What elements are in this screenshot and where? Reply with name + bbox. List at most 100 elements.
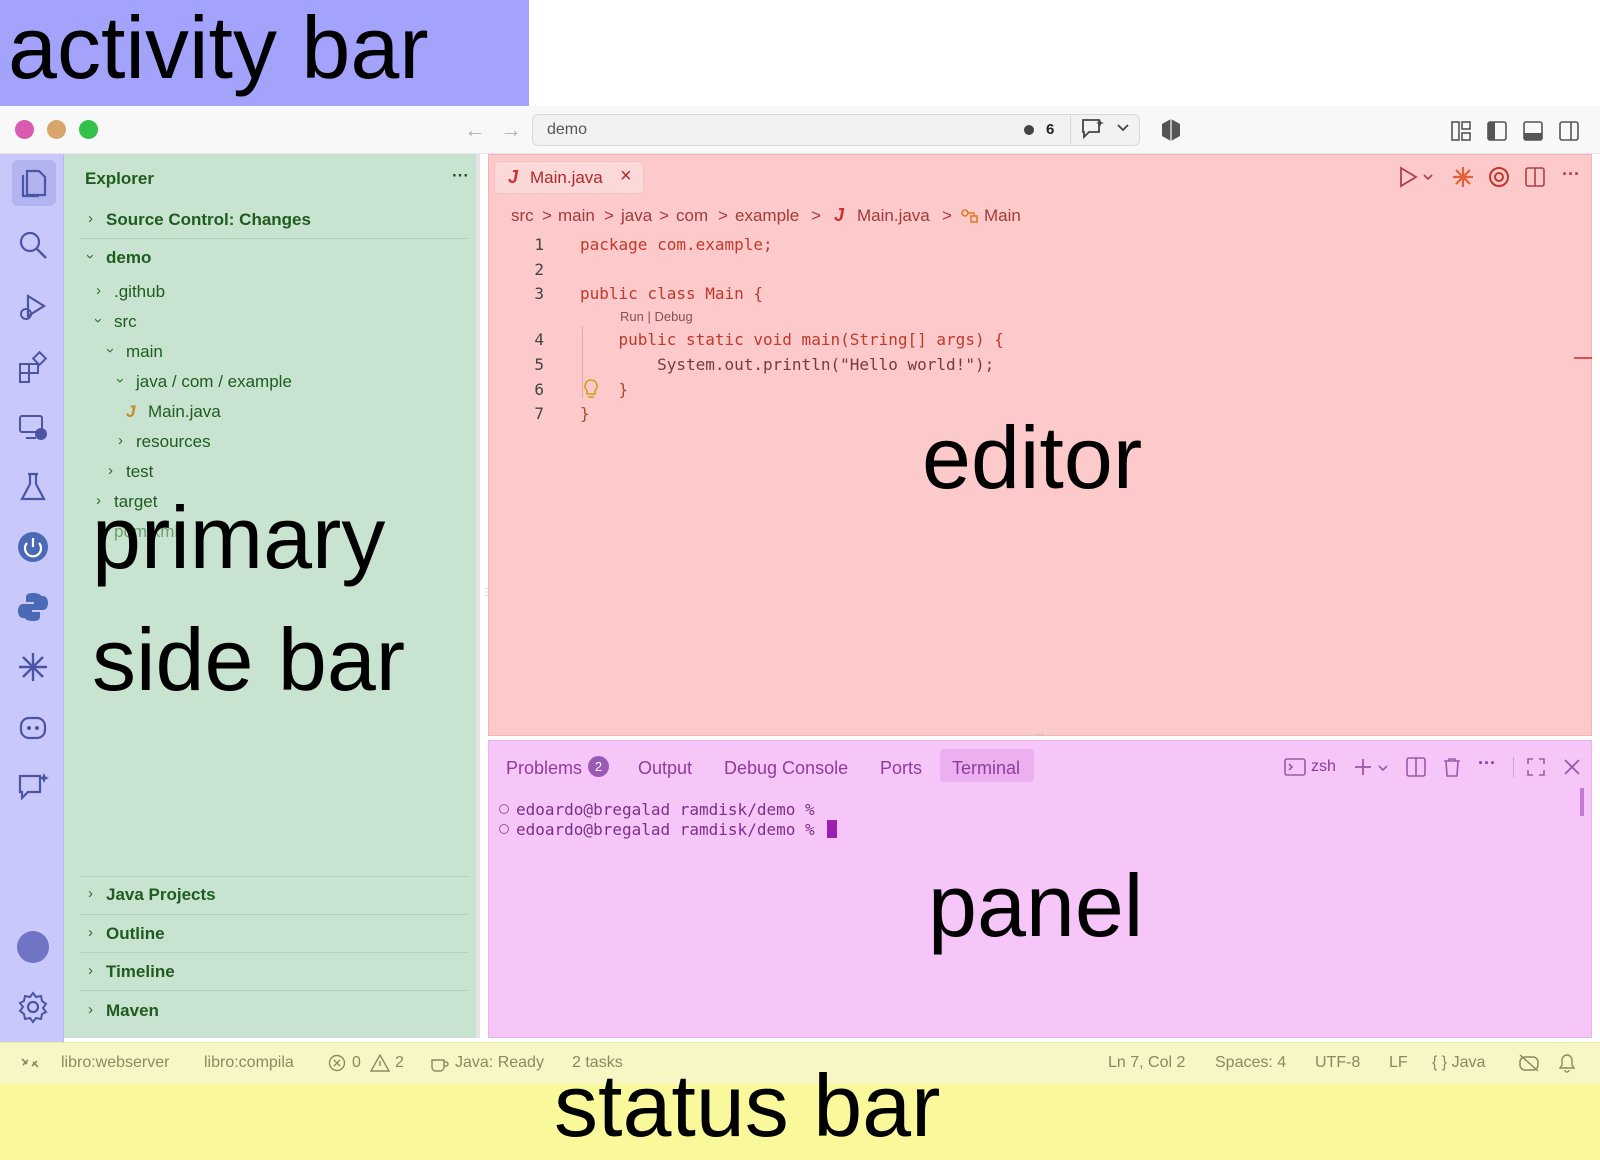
tab-output[interactable]: Output (638, 758, 692, 779)
status-item-libro-webserver[interactable]: libro:webserver (61, 1054, 169, 1072)
code-line-7[interactable]: } (580, 404, 590, 423)
remote-explorer-icon[interactable] (16, 410, 50, 444)
toggle-panel-icon[interactable] (1522, 120, 1544, 142)
section-outline[interactable]: Outline (106, 924, 165, 944)
section-divider (80, 914, 468, 915)
testing-flask-icon[interactable] (16, 470, 50, 504)
tree-item-src[interactable]: src (114, 312, 137, 332)
split-terminal-icon[interactable] (1405, 756, 1427, 778)
tab-terminal[interactable]: Terminal (952, 758, 1020, 779)
breadcrumb-class-main[interactable]: Main (984, 206, 1021, 226)
panel-resize-handle[interactable]: ··· (1034, 730, 1054, 740)
trash-icon[interactable] (1441, 756, 1463, 778)
code-line-4[interactable]: public static void main(String[] args) { (580, 330, 1004, 349)
breadcrumb-main[interactable]: main (558, 206, 595, 226)
code-line-1[interactable]: package com.example; (580, 235, 773, 254)
spring-boot-power-icon[interactable] (16, 530, 50, 564)
tree-item-resources[interactable]: resources (136, 432, 211, 452)
customize-layout-icon[interactable] (1450, 120, 1472, 142)
section-divider (80, 238, 468, 239)
openai-icon[interactable] (1488, 166, 1510, 188)
tree-item-github[interactable]: .github (114, 282, 165, 302)
copilot-hex-icon[interactable] (1160, 118, 1182, 142)
section-divider (80, 952, 468, 953)
section-java-projects[interactable]: Java Projects (106, 885, 216, 905)
run-debug-icon[interactable] (16, 290, 50, 324)
status-indentation[interactable]: Spaces: 4 (1215, 1054, 1286, 1072)
chevron-down-icon[interactable] (1422, 171, 1434, 183)
terminal-cursor (827, 820, 837, 838)
section-maven[interactable]: Maven (106, 1001, 159, 1021)
section-timeline[interactable]: Timeline (106, 962, 175, 982)
minimize-window-button[interactable] (47, 120, 66, 139)
close-tab-icon[interactable]: × (620, 165, 632, 188)
section-demo-folder[interactable]: demo (106, 248, 151, 268)
status-java-ready[interactable]: Java: Ready (455, 1054, 544, 1072)
close-panel-icon[interactable] (1562, 757, 1582, 777)
breadcrumb-src[interactable]: src (511, 206, 534, 226)
claude-star-icon[interactable] (1452, 166, 1474, 188)
breadcrumb-java[interactable]: java (621, 206, 652, 226)
bell-icon[interactable] (1558, 1053, 1576, 1073)
sidebar-resize-handle[interactable]: ⋮ (482, 588, 492, 612)
chevron-down-icon[interactable] (1377, 762, 1389, 774)
search-icon[interactable] (16, 228, 50, 262)
tree-item-test[interactable]: test (126, 462, 153, 482)
tab-debug-console[interactable]: Debug Console (724, 758, 848, 779)
toggle-secondary-sidebar-icon[interactable] (1558, 120, 1580, 142)
more-actions-icon[interactable]: ··· (452, 166, 469, 186)
line-number: 6 (534, 380, 544, 399)
breadcrumb-separator: > (811, 206, 821, 225)
warning-count[interactable]: 2 (395, 1054, 404, 1072)
back-arrow-icon[interactable]: ← (463, 118, 487, 142)
maximize-panel-icon[interactable] (1526, 757, 1546, 777)
lightbulb-icon[interactable] (582, 378, 600, 400)
close-window-button[interactable] (15, 120, 34, 139)
status-cursor-position[interactable]: Ln 7, Col 2 (1108, 1054, 1185, 1072)
add-terminal-icon[interactable] (1352, 756, 1374, 778)
copilot-status-icon[interactable] (1518, 1053, 1540, 1073)
gear-icon[interactable] (16, 990, 50, 1024)
chat-sparkle-icon[interactable] (1080, 117, 1106, 141)
split-editor-icon[interactable] (1524, 166, 1546, 188)
chevron-down-icon[interactable] (1116, 121, 1130, 135)
chevron-right-icon: › (108, 462, 113, 479)
extensions-icon[interactable] (16, 350, 50, 384)
zoom-window-button[interactable] (79, 120, 98, 139)
chevron-down-icon: › (112, 378, 129, 383)
tree-item-java-com-example[interactable]: java / com / example (136, 372, 292, 392)
error-count[interactable]: 0 (352, 1054, 361, 1072)
status-language-mode[interactable]: { } Java (1432, 1054, 1485, 1072)
status-item-libro-compila[interactable]: libro:compila (204, 1054, 294, 1072)
explorer-files-icon[interactable] (16, 166, 50, 200)
code-line-5[interactable]: System.out.println("Hello world!"); (580, 355, 994, 374)
chat-sparkle-icon[interactable] (16, 770, 50, 804)
run-play-icon[interactable] (1398, 166, 1418, 188)
tab-ports[interactable]: Ports (880, 758, 922, 779)
more-actions-icon[interactable]: ··· (1562, 164, 1580, 185)
breadcrumb-main-java[interactable]: Main.java (857, 206, 930, 226)
account-avatar[interactable] (16, 930, 50, 964)
status-eol[interactable]: LF (1389, 1054, 1408, 1072)
tab-problems[interactable]: Problems (506, 758, 582, 779)
chevron-down-icon: › (102, 348, 119, 353)
remote-indicator-icon[interactable] (20, 1053, 40, 1073)
code-line-3[interactable]: public class Main { (580, 284, 763, 303)
claude-star-icon[interactable] (16, 650, 50, 684)
breadcrumb-com[interactable]: com (676, 206, 708, 226)
panel-label: panel (928, 856, 1144, 955)
forward-arrow-icon[interactable]: → (499, 118, 523, 142)
toggle-primary-sidebar-icon[interactable] (1486, 120, 1508, 142)
codelens-run-debug[interactable]: Run | Debug (620, 309, 693, 324)
more-actions-icon[interactable]: ··· (1478, 753, 1496, 774)
tree-item-main[interactable]: main (126, 342, 163, 362)
tree-item-main-java[interactable]: Main.java (148, 402, 221, 422)
terminal-prompt[interactable]: edoardo@bregalad ramdisk/demo % (516, 820, 815, 839)
breadcrumb-example[interactable]: example (735, 206, 799, 226)
terminal-shell-name[interactable]: zsh (1311, 758, 1336, 776)
terminal-scrollbar[interactable] (1580, 788, 1584, 816)
python-icon[interactable] (16, 590, 50, 624)
copilot-face-icon[interactable] (16, 710, 50, 744)
status-encoding[interactable]: UTF-8 (1315, 1054, 1360, 1072)
section-source-control-changes[interactable]: Source Control: Changes (106, 210, 311, 230)
